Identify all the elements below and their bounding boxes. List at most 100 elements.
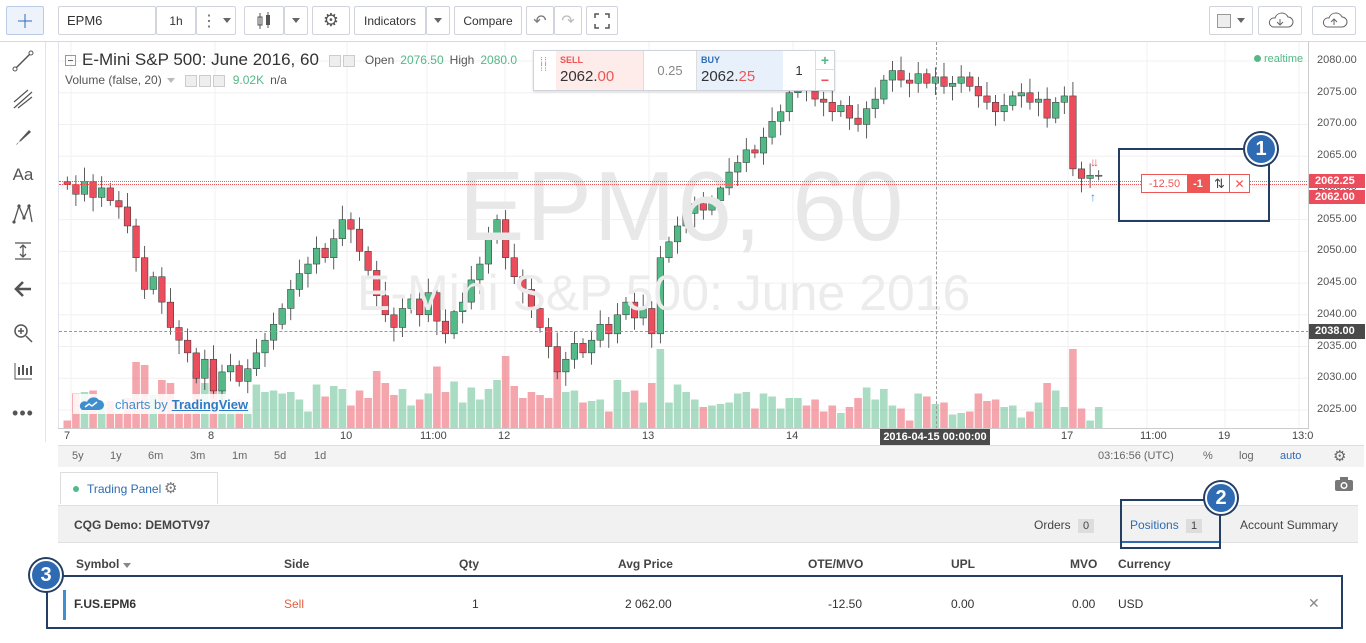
color-theme-button[interactable] [1209,6,1253,35]
drag-handle-icon[interactable]: ⁞⁞ ⁞⁞ [540,57,548,74]
buy-button[interactable]: BUY 2062.25 [696,51,783,90]
volume-bar [699,407,708,429]
redo-button[interactable]: ↷ [554,6,582,35]
high-label: High [449,53,475,67]
column-mvo[interactable]: MVO [1070,557,1097,571]
tab-account-summary[interactable]: Account Summary [1240,518,1338,532]
column-qty[interactable]: Qty [459,557,479,571]
log-scale-button[interactable]: log [1239,450,1254,462]
auto-scale-button[interactable]: auto [1280,450,1301,462]
crosshair-tool-button[interactable] [6,6,44,35]
collapse-legend-icon[interactable] [65,54,76,66]
volume-bar [364,398,372,429]
range-button-1m[interactable]: 1m [232,450,247,462]
arrow-left-icon [14,281,31,297]
chevron-down-icon[interactable] [166,77,175,83]
range-button-6m[interactable]: 6m [148,450,163,462]
legend-eye-icon[interactable] [328,53,357,67]
candle [1095,170,1103,181]
gear-icon[interactable]: ⚙ [164,479,177,497]
candle [158,267,166,314]
volume-bar [467,387,476,429]
color-swatch-icon [1217,13,1231,28]
column-currency[interactable]: Currency [1118,557,1171,571]
indicators-button[interactable]: Indicators [354,6,426,35]
interval-button[interactable]: 1h [156,6,196,35]
percent-scale-button[interactable]: % [1203,450,1213,462]
candle [1000,93,1008,122]
range-button-1y[interactable]: 1y [110,450,122,462]
volume-bar [570,390,579,429]
measure-tool[interactable] [8,238,38,264]
magnet-tool[interactable] [8,358,38,384]
pitchfork-tool[interactable] [8,86,38,112]
candle [209,345,217,399]
volume-bar [527,392,536,429]
range-button-3m[interactable]: 3m [190,450,205,462]
fullscreen-button[interactable] [586,6,618,35]
zoom-tool[interactable] [8,320,38,346]
range-button-5d[interactable]: 5d [274,450,286,462]
candle [1009,90,1017,111]
quantity-decrease-button[interactable]: − [815,70,834,90]
chart-style-button[interactable] [244,6,284,35]
volume-bar [725,402,733,429]
volume-bar [433,366,441,429]
volume-bar [390,395,398,429]
screenshot-button[interactable] [1334,476,1354,495]
drawing-toolbar: Aa ••• [0,42,46,442]
volume-bar [785,398,794,429]
volume-bar [510,386,519,429]
column-upl[interactable]: UPL [951,557,975,571]
candle [1052,97,1060,124]
chevron-down-icon [1237,18,1245,23]
sort-desc-icon [122,563,131,568]
candle [132,218,140,272]
volume-bar [596,399,604,429]
symbol-search-input[interactable]: EPM6 [58,6,156,35]
range-button-5y[interactable]: 5y [72,450,84,462]
indicators-dropdown-button[interactable] [426,6,450,35]
remove-drawings-tool[interactable] [8,276,38,302]
volume-study-label[interactable]: Volume (false, 20) [65,73,162,87]
range-button-1d[interactable]: 1d [314,450,326,462]
column-ote-mvo[interactable]: OTE/MVO [808,557,863,571]
volume-bar [733,393,742,429]
candle [244,359,252,394]
compare-button[interactable]: Compare [454,6,522,35]
callout-box-2 [1120,499,1221,549]
more-tools-button[interactable]: ••• [8,400,38,426]
candle [562,351,570,386]
sell-button[interactable]: SELL 2062.00 [556,51,644,90]
column-avg-price[interactable]: Avg Price [618,557,673,571]
gear-icon[interactable]: ⚙ [1333,447,1346,465]
study-actions[interactable] [184,73,227,87]
volume-bar [544,398,553,429]
volume-bar [1000,407,1008,429]
trend-line-tool[interactable] [8,48,38,74]
volume-bar [347,405,355,429]
text-tool[interactable]: Aa [8,162,38,188]
trend-line-icon [12,50,34,72]
chart-pane[interactable]: EPM6, 60 E-Mini S&P 500: June 2016 E-Min… [58,42,1308,429]
volume-bar [622,392,630,429]
undo-button[interactable]: ↶ [526,6,554,35]
tradingview-branding[interactable]: charts by TradingView [73,394,253,414]
volume-bar [991,399,1000,429]
tab-orders[interactable]: Orders 0 [1034,518,1095,533]
pattern-tool[interactable] [8,200,38,226]
save-chart-button[interactable] [1312,6,1356,35]
load-chart-button[interactable] [1258,6,1302,35]
time-axis[interactable]: 7 8 10 11:00 12 13 14 17 11:00 19 13:0 2016-04-15 … [58,428,1313,445]
quantity-input[interactable]: 1 [783,51,815,90]
tab-trading-panel[interactable]: Trading Panel [60,472,218,504]
candle [106,182,114,206]
column-symbol[interactable]: Symbol [76,557,131,571]
brush-tool[interactable] [8,124,38,150]
interval-dropdown-button[interactable]: ⋮ [196,6,236,35]
chart-style-dropdown-button[interactable] [284,6,308,35]
quantity-increase-button[interactable]: + [815,51,834,70]
column-side[interactable]: Side [284,557,309,571]
price-axis[interactable]: 2080.002075.002070.002065.002060.002055.… [1308,42,1365,429]
settings-button[interactable]: ⚙ [312,6,350,35]
